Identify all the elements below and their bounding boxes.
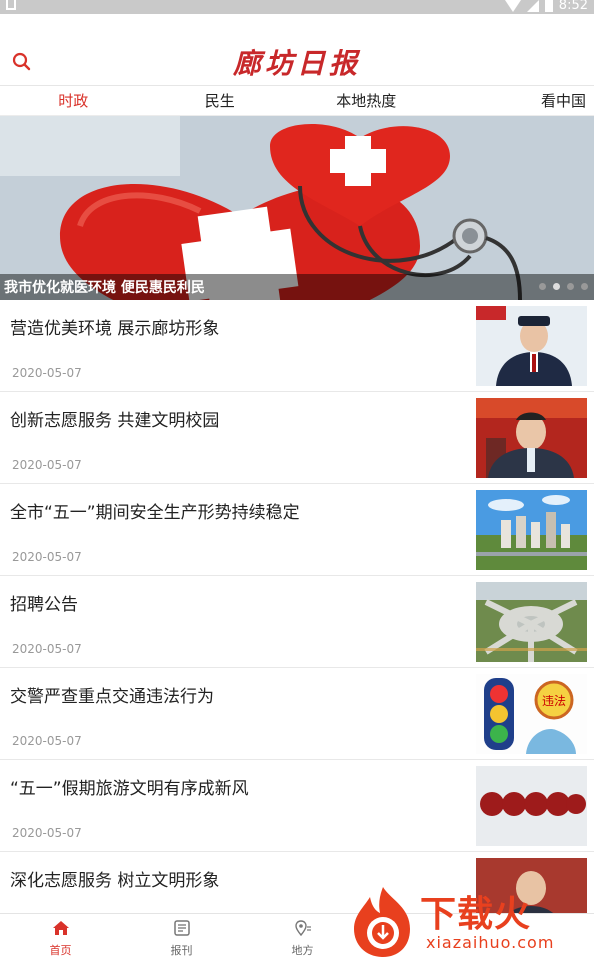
watermark: 下载火 xiazaihuo.com <box>350 883 590 959</box>
news-item[interactable]: 创新志愿服务 共建文明校园 2020-05-07 <box>0 392 594 484</box>
newspaper-icon <box>173 920 190 936</box>
banner-image <box>0 116 594 300</box>
notification-icon <box>6 0 16 10</box>
banner-caption-bar: 我市优化就医环境 便民惠民利民 <box>0 274 594 300</box>
battery-icon <box>544 0 553 12</box>
banner-caption: 我市优化就医环境 便民惠民利民 <box>4 280 205 296</box>
news-item[interactable]: 全市“五一”期间安全生产形势持续稳定 2020-05-07 <box>0 484 594 576</box>
carousel-dot[interactable] <box>567 283 574 290</box>
nav-newspaper[interactable]: 报刊 <box>121 914 242 961</box>
wifi-icon <box>504 0 521 12</box>
news-list: 营造优美环境 展示廊坊形象 2020-05-07 创新志愿服务 共建文明校园 2… <box>0 300 594 944</box>
tab-local-trending[interactable]: 本地热度 <box>293 86 440 115</box>
news-item[interactable]: “五一”假期旅游文明有序成新风 2020-05-07 <box>0 760 594 852</box>
nav-home[interactable]: 首页 <box>0 914 121 961</box>
news-date: 2020-05-07 <box>12 366 82 380</box>
news-title: 创新志愿服务 共建文明校园 <box>10 411 220 431</box>
news-date: 2020-05-07 <box>12 550 82 564</box>
status-bar: 8:52 <box>0 0 594 14</box>
location-icon <box>294 920 311 937</box>
nav-label: 地方 <box>291 944 314 957</box>
watermark-url: xiazaihuo.com <box>426 933 555 952</box>
news-item[interactable]: 交警严查重点交通违法行为 2020-05-07 违法 <box>0 668 594 760</box>
app-header: 廊坊日报 <box>0 14 594 86</box>
news-thumbnail: 违法 <box>476 674 587 754</box>
watermark-text: 下载火 <box>420 894 532 935</box>
tab-china[interactable]: 看中国 <box>440 86 594 115</box>
news-thumbnail <box>476 306 587 386</box>
featured-banner[interactable]: 我市优化就医环境 便民惠民利民 <box>0 116 594 300</box>
flame-logo-icon <box>354 887 410 957</box>
home-icon <box>52 921 69 935</box>
nav-label: 首页 <box>49 944 72 957</box>
news-title: “五一”假期旅游文明有序成新风 <box>10 779 249 799</box>
nav-local[interactable]: 地方 <box>242 914 363 961</box>
signal-icon <box>526 0 539 12</box>
status-icons: 8:52 <box>504 0 588 13</box>
nav-label: 报刊 <box>170 944 193 957</box>
carousel-dot[interactable] <box>581 283 588 290</box>
tab-politics[interactable]: 时政 <box>0 86 147 115</box>
news-date: 2020-05-07 <box>12 458 82 472</box>
carousel-dot[interactable] <box>539 283 546 290</box>
category-tabs: 时政 民生 本地热度 看中国 <box>0 86 594 116</box>
status-time: 8:52 <box>558 0 588 13</box>
news-date: 2020-05-07 <box>12 826 82 840</box>
news-title: 招聘公告 <box>10 595 78 615</box>
news-title: 营造优美环境 展示廊坊形象 <box>10 319 220 339</box>
news-title: 深化志愿服务 树立文明形象 <box>10 871 220 891</box>
news-item[interactable]: 营造优美环境 展示廊坊形象 2020-05-07 <box>0 300 594 392</box>
news-thumbnail <box>476 582 587 662</box>
carousel-dot[interactable] <box>553 283 560 290</box>
svg-text:违法: 违法 <box>542 694 566 708</box>
news-date: 2020-05-07 <box>12 642 82 656</box>
carousel-dots <box>539 283 588 290</box>
tab-livelihood[interactable]: 民生 <box>147 86 294 115</box>
news-title: 交警严查重点交通违法行为 <box>10 687 214 707</box>
app-logo: 廊坊日报 <box>232 47 361 80</box>
news-thumbnail <box>476 490 587 570</box>
news-thumbnail <box>476 398 587 478</box>
news-title: 全市“五一”期间安全生产形势持续稳定 <box>10 503 300 523</box>
news-thumbnail <box>476 766 587 846</box>
news-item[interactable]: 招聘公告 2020-05-07 <box>0 576 594 668</box>
news-date: 2020-05-07 <box>12 734 82 748</box>
